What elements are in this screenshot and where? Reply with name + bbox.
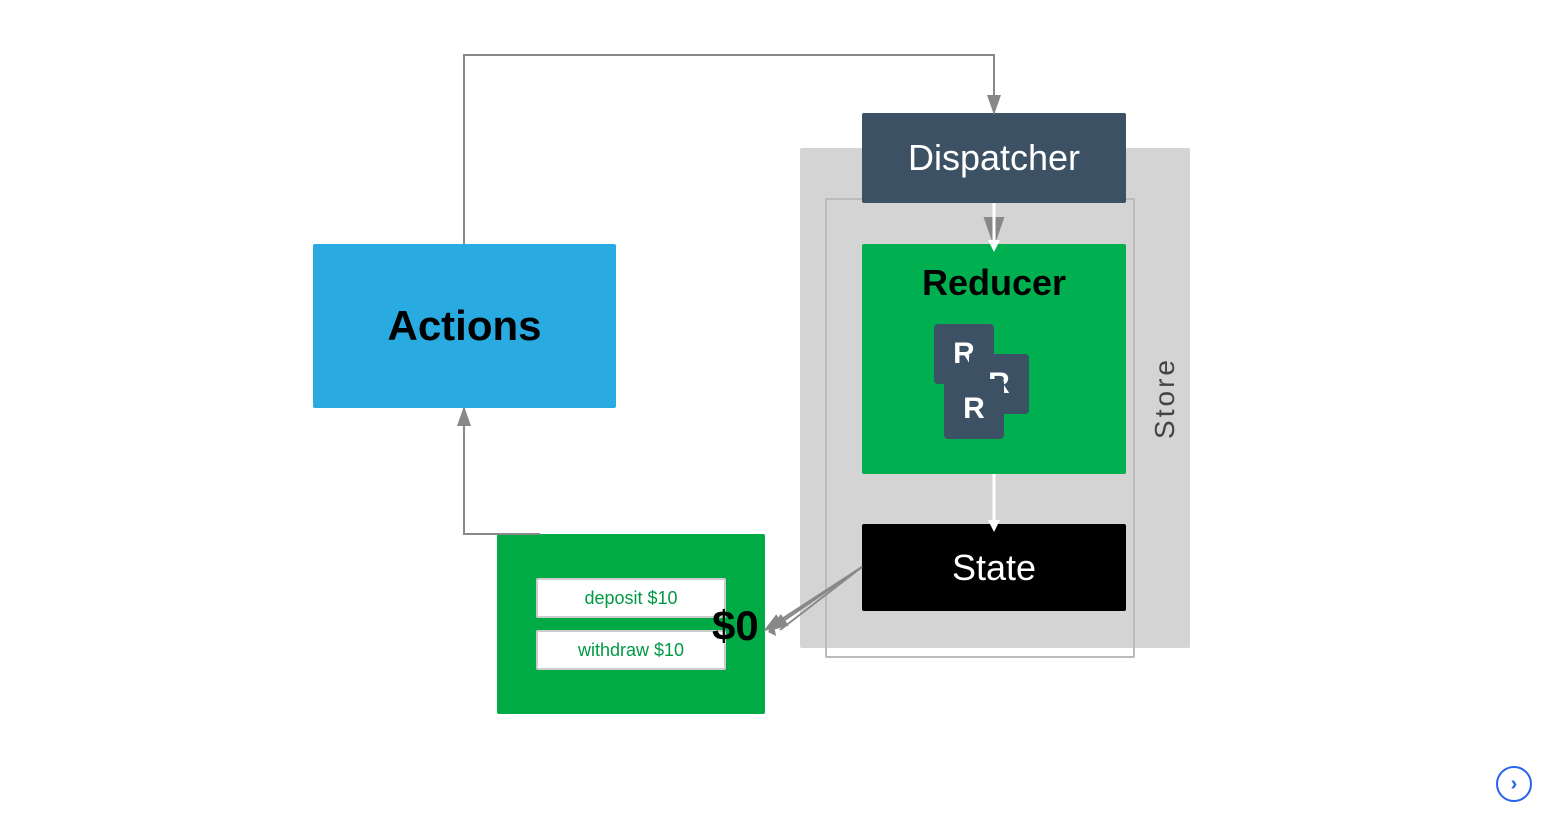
withdraw-label: withdraw $10 xyxy=(578,640,684,661)
reducer-label: Reducer xyxy=(922,262,1066,304)
svg-text:›: › xyxy=(1511,773,1518,795)
state-label: State xyxy=(952,547,1036,589)
dispatcher-label: Dispatcher xyxy=(908,137,1080,179)
dollar-value: $0 xyxy=(712,602,759,650)
state-box: State xyxy=(862,524,1126,611)
reducer-tiles: R R R xyxy=(914,324,1074,444)
reducer-box: Reducer R R R xyxy=(862,244,1126,474)
store-label: Store xyxy=(1149,357,1181,439)
r-letter-3: R xyxy=(963,392,985,426)
dispatcher-box: Dispatcher xyxy=(862,113,1126,203)
diagram: Store Dispatcher Reducer R R R State Act… xyxy=(0,0,1560,820)
brand-icon: › xyxy=(1496,766,1532,802)
store-label-container: Store xyxy=(1140,148,1190,648)
withdraw-button[interactable]: withdraw $10 xyxy=(536,630,726,670)
reducer-tile-3: R xyxy=(944,379,1004,439)
arrows-overlay xyxy=(0,0,1560,820)
actions-box: Actions xyxy=(313,244,616,408)
actions-label: Actions xyxy=(387,302,541,350)
deposit-button[interactable]: deposit $10 xyxy=(536,578,726,618)
deposit-label: deposit $10 xyxy=(584,588,677,609)
